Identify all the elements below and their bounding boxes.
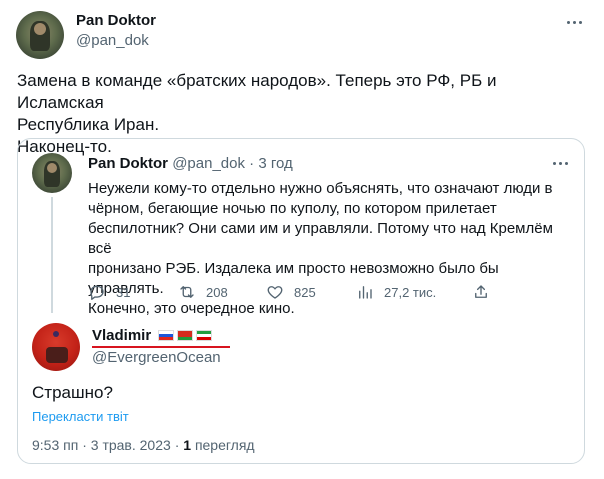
quoted-author-name[interactable]: Pan Doktor: [88, 155, 168, 172]
dot-separator: ·: [249, 155, 255, 172]
avatar-detail: [53, 331, 59, 337]
belarus-flag-icon: [177, 330, 194, 341]
red-underline-annotation: [92, 346, 230, 348]
russia-flag-icon: [158, 330, 175, 341]
more-options-icon[interactable]: [550, 153, 570, 173]
author-avatar[interactable]: [16, 11, 64, 59]
quoted-text-line: Неужели кому-то отдельно нужно объяснять…: [88, 180, 553, 197]
more-options-icon[interactable]: [564, 12, 584, 32]
tweet-text-line: Республика Иран.: [17, 115, 160, 134]
tweet-date[interactable]: 3 трав. 2023: [91, 437, 171, 453]
retweet-icon: [180, 286, 194, 298]
author-handle[interactable]: @pan_dok: [76, 32, 149, 49]
avatar-face: [34, 23, 46, 35]
avatar-detail: [46, 347, 68, 363]
reply-icon: [90, 285, 104, 300]
tweet-time[interactable]: 9:53 пп: [32, 437, 78, 453]
reply-text: Страшно?: [32, 383, 113, 402]
views-number: 1: [183, 437, 192, 453]
quoted-text-line: беспилотник? Они сами им и управляли. По…: [88, 220, 553, 257]
reply-author-avatar[interactable]: [32, 323, 80, 371]
share-icon: [475, 285, 487, 298]
thread-connector-line: [51, 197, 53, 313]
views-chart-icon: [359, 286, 372, 299]
tweet-metadata: 9:53 пп · 3 трав. 2023 · 1 перегляд: [32, 437, 255, 453]
views-count: 27,2 тис.: [384, 284, 437, 300]
reply-count: 31: [116, 284, 131, 300]
dot-separator: ·: [82, 437, 87, 453]
tweet-actions-bar: 31 208 825 27,2 тис.: [88, 283, 508, 305]
reply-author-name-row: Vladimir: [92, 327, 213, 344]
reply-author-name[interactable]: Vladimir: [92, 327, 151, 344]
quoted-tweet-header: Pan Doktor @pan_dok · 3 год: [88, 155, 293, 172]
views-label: перегляд: [194, 437, 255, 453]
tweet-text-line: Замена в команде «братских народов». Теп…: [17, 71, 497, 112]
quoted-author-handle[interactable]: @pan_dok: [172, 155, 245, 172]
like-count: 825: [294, 284, 316, 300]
avatar-face: [47, 163, 57, 173]
translate-tweet-link[interactable]: Перекласти твіт: [32, 409, 129, 424]
views-button[interactable]: 27,2 тис.: [356, 283, 436, 301]
dot-separator: ·: [174, 437, 180, 453]
heart-icon: [267, 286, 283, 299]
quoted-author-avatar[interactable]: [32, 153, 72, 193]
author-name[interactable]: Pan Doktor: [76, 12, 156, 29]
flag-emojis: [158, 330, 213, 341]
share-button[interactable]: [472, 283, 490, 301]
reply-button[interactable]: 31: [88, 283, 130, 301]
quoted-thread-card[interactable]: Pan Doktor @pan_dok · 3 год Неужели кому…: [17, 138, 585, 464]
retweet-button[interactable]: 208: [178, 283, 228, 301]
retweet-count: 208: [206, 284, 228, 300]
reply-author-handle[interactable]: @EvergreenOcean: [92, 349, 221, 366]
quoted-tweet-time[interactable]: 3 год: [258, 155, 292, 172]
iran-flag-icon: [196, 330, 213, 341]
like-button[interactable]: 825: [266, 283, 316, 301]
quoted-text-line: чёрном, бегающие ночью по куполу, по кот…: [88, 200, 497, 217]
